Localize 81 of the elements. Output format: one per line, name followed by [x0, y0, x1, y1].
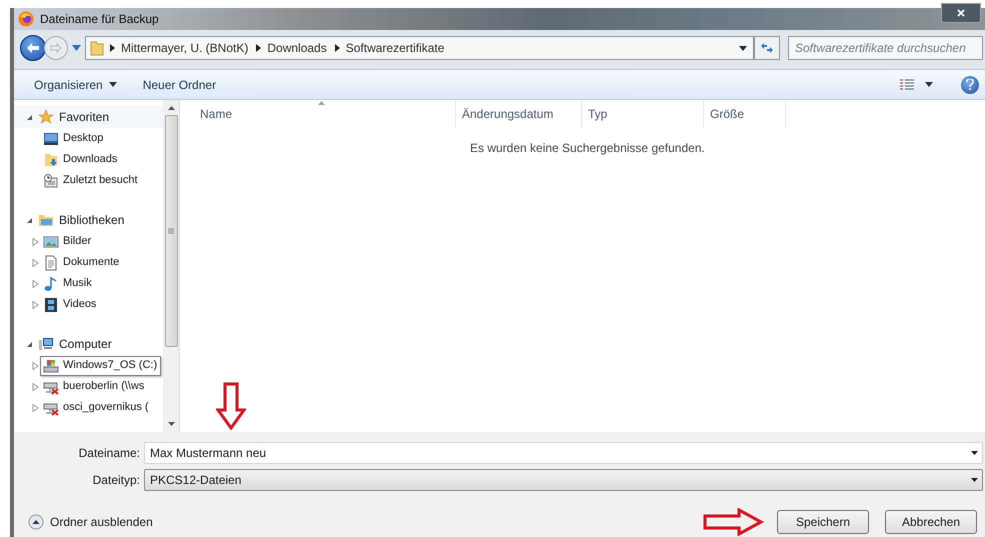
computer-icon: [38, 336, 54, 352]
field-label: Dateityp:: [92, 472, 141, 489]
sidebar-item[interactable]: Bilder: [43, 232, 94, 252]
grip-icon: [168, 228, 174, 234]
library-folder-icon: [38, 212, 54, 228]
search-field[interactable]: Softwarezertifikate durchsuchen: [788, 36, 983, 60]
document-icon: [43, 254, 59, 270]
sidebar-item[interactable]: osci_governikus (: [43, 398, 152, 418]
close-button[interactable]: [941, 3, 981, 23]
chevron-icon[interactable]: [110, 44, 115, 52]
collapse-icon[interactable]: [26, 340, 33, 348]
sidebar-group[interactable]: Computer: [59, 335, 112, 353]
history-dropdown-icon[interactable]: [739, 46, 747, 50]
expand-icon[interactable]: [32, 362, 39, 370]
caret-icon: [925, 82, 933, 87]
list-view-icon: [899, 78, 915, 90]
caret-icon: [108, 82, 117, 87]
column-header[interactable]: Typ: [582, 100, 704, 128]
address-bar[interactable]: Mittermayer, U. (BNotK) Downloads Softwarezertifikate: [85, 36, 754, 60]
help-button[interactable]: [961, 76, 979, 94]
column-header[interactable]: Name: [180, 100, 456, 128]
sidebar-item[interactable]: Dokumente: [43, 252, 122, 272]
toolbar-button[interactable]: Neuer Ordner: [134, 72, 224, 96]
hide-folders-button[interactable]: Ordner ausblenden: [28, 513, 153, 531]
expand-icon[interactable]: [32, 238, 39, 246]
window-title: Dateiname für Backup: [40, 11, 159, 28]
right-arrow-icon: [703, 508, 765, 536]
sidebar-item[interactable]: bueroberlin (\\ws: [43, 376, 148, 396]
scrollbar[interactable]: [163, 100, 179, 432]
sidebar-item[interactable]: Windows7_OS (C:): [40, 356, 162, 376]
expand-icon[interactable]: [32, 258, 39, 266]
question-mark-icon: [966, 79, 974, 90]
chevron-icon[interactable]: [256, 44, 262, 52]
back-button[interactable]: [20, 35, 46, 61]
folder-icon: [90, 40, 104, 56]
film-strip-icon: [43, 296, 59, 312]
collapse-icon[interactable]: [26, 216, 33, 224]
star-icon: [38, 109, 54, 125]
collapse-icon[interactable]: [26, 114, 33, 120]
expand-icon[interactable]: [32, 404, 39, 412]
sidebar-item[interactable]: Musik: [43, 274, 95, 294]
folder-download-icon: [43, 152, 59, 168]
dropdown-icon[interactable]: [971, 451, 978, 455]
dialog-button[interactable]: Abbrechen: [885, 510, 977, 534]
forward-arrow-icon: [50, 43, 62, 53]
dropdown-icon[interactable]: [971, 478, 978, 482]
sort-arrow-icon: [318, 101, 325, 105]
sidebar-item[interactable]: Downloads: [43, 150, 120, 170]
column-header[interactable]: Änderungsdatum: [456, 100, 582, 128]
desktop-icon: [43, 130, 59, 146]
toolbar-button[interactable]: Organisieren: [26, 72, 125, 96]
drive-icon: [43, 358, 59, 374]
scroll-up-icon[interactable]: [168, 106, 174, 110]
refresh-icon: [760, 42, 774, 54]
music-note-icon: [43, 276, 59, 292]
expand-icon[interactable]: [32, 382, 39, 390]
browser-logo-icon: [18, 11, 34, 27]
close-icon: [957, 9, 965, 17]
file-name-field[interactable]: Max Mustermann neu: [144, 442, 983, 464]
collapse-icon: [28, 514, 44, 530]
file-type-select[interactable]: PKCS12-Dateien: [144, 469, 983, 491]
sidebar-item[interactable]: Zuletzt besucht: [43, 170, 141, 190]
dialog-button[interactable]: Speichern: [777, 510, 869, 534]
scroll-down-icon[interactable]: [168, 422, 174, 426]
sidebar-item[interactable]: Desktop: [43, 128, 106, 148]
expand-icon[interactable]: [32, 300, 39, 308]
breadcrumb[interactable]: Downloads: [267, 39, 327, 57]
sidebar-group[interactable]: Bibliotheken: [59, 211, 124, 229]
back-arrow-icon: [26, 42, 40, 54]
refresh-button[interactable]: [754, 36, 780, 60]
sidebar-item[interactable]: Videos: [43, 294, 100, 314]
down-arrow-icon: [216, 382, 246, 430]
picture-icon: [43, 234, 59, 250]
column-header[interactable]: Größe: [704, 100, 786, 128]
breadcrumb[interactable]: Mittermayer, U. (BNotK): [121, 39, 248, 57]
expand-icon[interactable]: [32, 280, 39, 288]
field-label: Dateiname:: [78, 445, 141, 462]
recent-places-icon: [43, 172, 59, 188]
breadcrumb[interactable]: Softwarezertifikate: [346, 39, 444, 57]
empty-message: Es wurden keine Suchergebnisse gefunden.: [470, 141, 705, 155]
chevron-icon[interactable]: [334, 44, 340, 52]
